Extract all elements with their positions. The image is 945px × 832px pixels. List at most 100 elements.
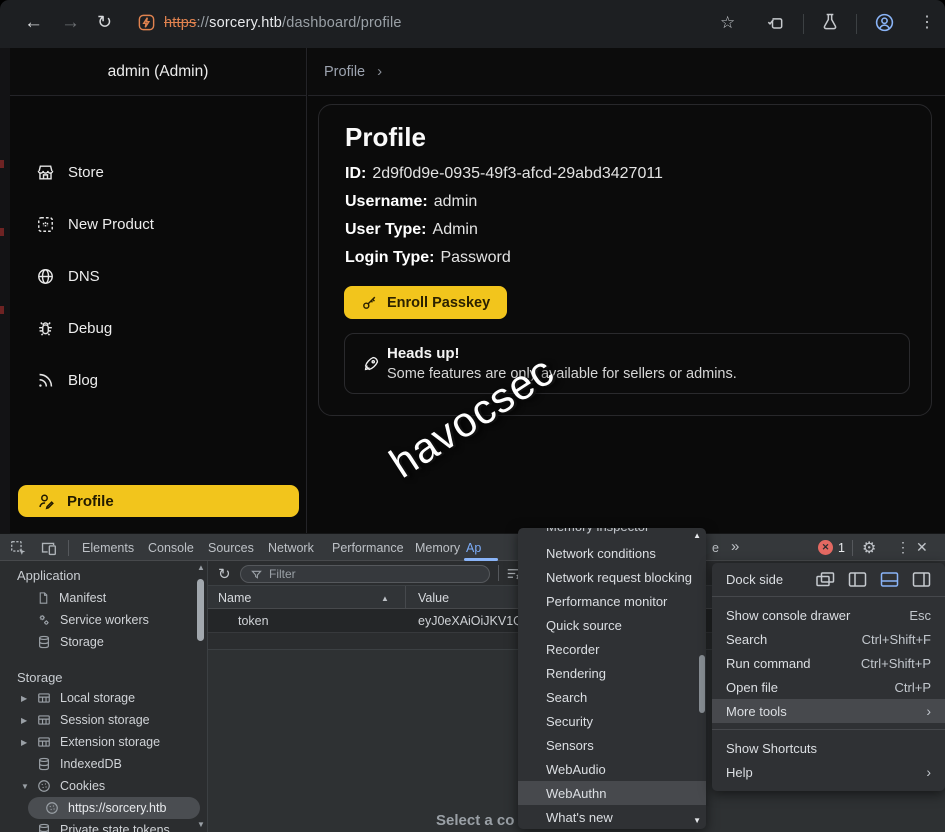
menu-divider [712, 729, 945, 730]
page-title: Profile [345, 122, 426, 153]
sidebar-item-store[interactable]: Store [36, 160, 104, 184]
tree-item-manifest[interactable]: Manifest [0, 587, 195, 609]
expand-arrow-icon[interactable]: ▶ [21, 738, 27, 747]
menu-item-sensors[interactable]: Sensors [518, 733, 706, 757]
menu-divider [712, 596, 945, 597]
menu-item-help[interactable]: Help› [712, 760, 945, 784]
notice-box: Heads up! Some features are only availab… [344, 333, 910, 394]
dock-left-icon[interactable] [848, 572, 867, 587]
menu-item-recorder[interactable]: Recorder [518, 637, 706, 661]
sidebar-item-blog[interactable]: Blog [36, 368, 98, 392]
back-icon[interactable]: ← [24, 13, 43, 33]
error-count: 1 [838, 541, 845, 555]
section-application: Application [17, 568, 81, 583]
toolbar-divider [803, 14, 804, 34]
menu-item-webaudio[interactable]: WebAudio [518, 757, 706, 781]
menu-item-show-shortcuts[interactable]: Show Shortcuts [712, 736, 945, 760]
breadcrumb: Profile › [308, 48, 945, 96]
expand-arrow-icon[interactable]: ▶ [21, 716, 27, 725]
menu-scroll-up-icon[interactable]: ▲ [693, 531, 701, 540]
collapse-arrow-icon[interactable]: ▼ [21, 782, 29, 791]
tab-sources[interactable]: Sources [208, 541, 254, 555]
device-toolbar-icon[interactable] [40, 540, 57, 557]
tree-item-local-storage[interactable]: ▶ Local storage [0, 687, 195, 709]
submenu-chevron-icon: › [926, 703, 931, 719]
inspect-element-icon[interactable] [10, 540, 27, 557]
settings-gear-icon[interactable]: ⚙ [862, 538, 876, 558]
scrollbar-up-icon[interactable]: ▲ [197, 563, 205, 572]
tree-item-indexeddb[interactable]: IndexedDB [0, 753, 195, 775]
column-value[interactable]: Value [418, 591, 449, 605]
menu-item-whats-new[interactable]: What's new [518, 805, 706, 829]
menu-item-network-conditions[interactable]: Network conditions [518, 541, 706, 565]
tree-item-storage[interactable]: Storage [0, 631, 195, 653]
sidebar-item-profile-active[interactable]: Profile [18, 485, 299, 517]
tab-groups-icon[interactable] [765, 13, 785, 33]
table-icon [37, 735, 51, 749]
scrollbar-thumb[interactable] [197, 579, 204, 641]
sidebar-item-debug[interactable]: Debug [36, 316, 112, 340]
close-devtools-icon[interactable]: ✕ [916, 539, 928, 556]
sort-asc-icon: ▲ [381, 594, 389, 603]
menu-item-rendering[interactable]: Rendering [518, 661, 706, 685]
menu-item-webauthn-highlighted[interactable]: WebAuthn [518, 781, 706, 805]
refresh-icon[interactable]: ↻ [218, 565, 231, 583]
tab-overflow-icon[interactable]: » [731, 538, 739, 555]
tree-item-extension-storage[interactable]: ▶ Extension storage [0, 731, 195, 753]
dock-right-icon[interactable] [912, 572, 931, 587]
bookmark-star-icon[interactable]: ☆ [720, 13, 735, 33]
account-icon[interactable] [874, 12, 895, 33]
tab-console[interactable]: Console [148, 541, 194, 555]
scrollbar-down-icon[interactable]: ▼ [197, 820, 205, 829]
tab-network[interactable]: Network [268, 541, 314, 555]
sidebar-item-new-product[interactable]: New Product [36, 212, 154, 236]
browser-menu-kebab-icon[interactable]: ⋮ [919, 13, 935, 33]
devtools-menu-kebab-icon[interactable]: ⋮ [896, 539, 910, 556]
menu-item-network-request-blocking[interactable]: Network request blocking [518, 565, 706, 589]
url-path: /dashboard/profile [282, 15, 402, 31]
menu-scrollbar-thumb[interactable] [699, 655, 705, 713]
sidebar-item-dns[interactable]: DNS [36, 264, 100, 288]
column-name[interactable]: Name [218, 591, 251, 605]
store-icon [36, 163, 55, 182]
forward-icon[interactable]: → [61, 13, 80, 33]
filter-input[interactable] [269, 567, 479, 581]
menu-item-more-tools-highlighted[interactable]: More tools› [712, 699, 945, 723]
tab-elements[interactable]: Elements [82, 541, 134, 555]
tab-application-active[interactable]: Ap [466, 541, 481, 555]
url-separator: :// [196, 15, 209, 31]
menu-item-run-command[interactable]: Run commandCtrl+Shift+P [712, 651, 945, 675]
menu-item-open-file[interactable]: Open fileCtrl+P [712, 675, 945, 699]
more-tools-submenu: Memory inspector Network conditions Netw… [518, 528, 706, 829]
menu-item-clipped[interactable]: Memory inspector [518, 528, 706, 541]
insecure-site-badge-icon[interactable] [137, 13, 156, 32]
menu-item-search[interactable]: Search [518, 685, 706, 709]
expand-arrow-icon[interactable]: ▶ [21, 694, 27, 703]
address-bar[interactable]: https://sorcery.htb/dashboard/profile [164, 15, 402, 31]
tree-item-session-storage[interactable]: ▶ Session storage [0, 709, 195, 731]
sidebar-item-label: Profile [67, 493, 114, 510]
menu-item-performance-monitor[interactable]: Performance monitor [518, 589, 706, 613]
enroll-passkey-button[interactable]: Enroll Passkey [344, 286, 507, 319]
database-icon [37, 757, 51, 771]
tab-performance[interactable]: Performance [332, 541, 404, 555]
menu-item-search[interactable]: SearchCtrl+Shift+F [712, 627, 945, 651]
tree-item-service-workers[interactable]: Service workers [0, 609, 195, 631]
tabbar-divider [68, 540, 69, 556]
menu-scroll-down-icon[interactable]: ▼ [693, 816, 701, 825]
dock-bottom-icon-selected[interactable] [880, 572, 899, 587]
tree-item-cookies[interactable]: ▼ Cookies [0, 775, 195, 797]
menu-item-show-console-drawer[interactable]: Show console drawerEsc [712, 603, 945, 627]
undock-icon[interactable] [816, 572, 835, 587]
error-badge-icon[interactable]: ✕ [818, 540, 833, 555]
tab-memory[interactable]: Memory [415, 541, 460, 555]
tree-item-private-state-tokens[interactable]: Private state tokens [0, 819, 195, 832]
menu-item-security[interactable]: Security [518, 709, 706, 733]
dashed-box-icon [36, 215, 55, 234]
menu-item-quick-source[interactable]: Quick source [518, 613, 706, 637]
tree-item-cookie-domain-selected[interactable]: https://sorcery.htb [28, 797, 200, 819]
reload-icon[interactable]: ↻ [97, 12, 112, 32]
flask-icon[interactable] [820, 12, 840, 32]
cookie-icon [37, 779, 51, 793]
bug-icon [36, 319, 55, 338]
